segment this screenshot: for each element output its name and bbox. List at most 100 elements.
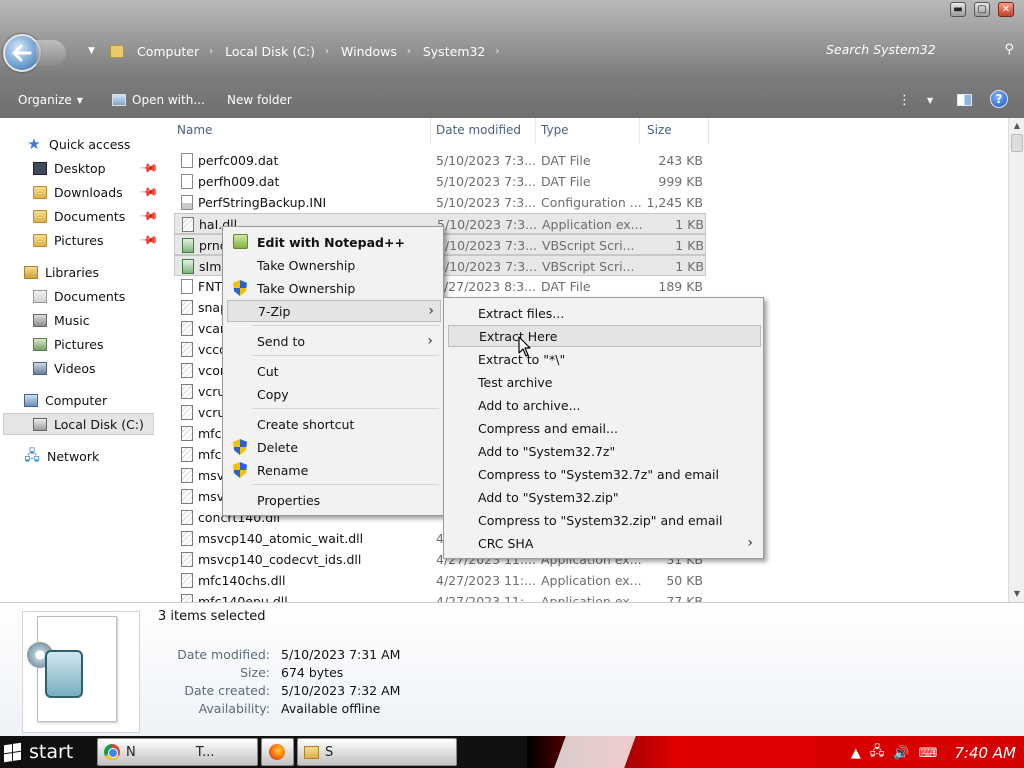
- breadcrumb[interactable]: Computer › Local Disk (C:) › Windows › S…: [106, 40, 511, 62]
- dll-file-icon: [181, 363, 193, 378]
- file-size: 1 KB: [675, 238, 704, 253]
- menu-item-delete[interactable]: Delete: [227, 436, 439, 458]
- close-button[interactable]: ✕: [998, 2, 1014, 17]
- menu-item-create-shortcut[interactable]: Create shortcut: [227, 413, 439, 435]
- start-button[interactable]: start: [4, 739, 73, 765]
- zip-add-zip[interactable]: Add to "System32.zip": [448, 486, 759, 508]
- taskbar-explorer-button[interactable]: S: [297, 738, 457, 766]
- nav-music[interactable]: Music: [33, 310, 90, 330]
- zip-extract-to[interactable]: Extract to "*\": [448, 348, 759, 370]
- videos-icon: [33, 361, 47, 375]
- file-name: PerfStringBackup.INI: [198, 195, 327, 210]
- vertical-scrollbar[interactable]: ▲ ▼: [1008, 118, 1024, 602]
- keyboard-icon[interactable]: ⌨: [919, 746, 938, 761]
- nav-network[interactable]: 🖧 Network: [24, 446, 99, 466]
- new-folder-button[interactable]: New folder: [227, 93, 292, 107]
- nav-lib-documents[interactable]: Documents: [33, 286, 125, 306]
- zip-extract-files[interactable]: Extract files...: [448, 302, 759, 324]
- menu-item-properties[interactable]: Properties: [227, 489, 439, 511]
- nav-downloads[interactable]: Downloads: [33, 182, 123, 202]
- menu-item-copy[interactable]: Copy: [227, 383, 439, 405]
- forward-button[interactable]: [36, 40, 66, 66]
- change-view-icon[interactable]: ⋮: [898, 93, 911, 108]
- column-header-date[interactable]: Date modified: [436, 123, 521, 143]
- zip-add-7z[interactable]: Add to "System32.7z": [448, 440, 759, 462]
- menu-item-edit-notepadpp[interactable]: Edit with Notepad++: [227, 231, 439, 253]
- menu-item-send-to[interactable]: Send to ›: [227, 330, 439, 352]
- nav-lib-pictures[interactable]: Pictures: [33, 334, 104, 354]
- recent-locations-dropdown[interactable]: ▼: [88, 46, 95, 56]
- file-row[interactable]: mfc140enu.dll 4/27/2023 11:... Application…: [174, 591, 706, 602]
- file-size: 1 KB: [675, 217, 704, 232]
- column-divider[interactable]: [535, 118, 536, 144]
- clock[interactable]: 7:40 AM: [954, 744, 1016, 762]
- preview-pane-icon[interactable]: [957, 94, 972, 106]
- breadcrumb-separator[interactable]: ›: [325, 46, 329, 57]
- zip-compress-zip-email[interactable]: Compress to "System32.zip" and email: [448, 509, 759, 531]
- breadcrumb-local-disk[interactable]: Local Disk (C:): [225, 44, 315, 59]
- taskbar: start N T... S ▲ 🖧 🔊 ⌨ 7:40 AM: [0, 736, 1024, 768]
- menu-item-cut[interactable]: Cut: [227, 360, 439, 382]
- dll-file-icon: [181, 552, 193, 567]
- zip-compress-email[interactable]: Compress and email...: [448, 417, 759, 439]
- system-tray: ▲ 🖧 🔊 ⌨ 7:40 AM: [851, 742, 1016, 764]
- nav-videos[interactable]: Videos: [33, 358, 96, 378]
- zip-compress-7z-email[interactable]: Compress to "System32.7z" and email: [448, 463, 759, 485]
- column-header-size[interactable]: Size: [647, 123, 672, 143]
- file-row[interactable]: perfh009.dat 5/10/2023 7:3... DAT File 999 …: [174, 171, 706, 192]
- nav-desktop[interactable]: Desktop: [33, 158, 106, 178]
- breadcrumb-separator[interactable]: ›: [407, 46, 411, 57]
- menu-item-take-ownership-admin[interactable]: Take Ownership: [227, 277, 439, 299]
- organize-button[interactable]: Organize ▼: [18, 93, 83, 107]
- zip-test-archive[interactable]: Test archive: [448, 371, 759, 393]
- column-divider[interactable]: [708, 118, 709, 144]
- minimize-button[interactable]: ▬: [950, 2, 966, 17]
- file-row[interactable]: perfc009.dat 5/10/2023 7:3... DAT File 243 …: [174, 150, 706, 171]
- menu-item-take-ownership[interactable]: Take Ownership: [227, 254, 439, 276]
- column-divider[interactable]: [430, 118, 431, 144]
- organize-label: Organize: [18, 93, 72, 107]
- column-header-name[interactable]: Name: [177, 123, 212, 143]
- taskbar-chrome-button[interactable]: N T...: [97, 738, 258, 766]
- show-hidden-icons-icon[interactable]: ▲: [851, 746, 861, 761]
- view-options-dropdown[interactable]: ▼: [927, 96, 933, 105]
- zip-add-to-archive[interactable]: Add to archive...: [448, 394, 759, 416]
- scroll-thumb[interactable]: [1011, 134, 1023, 152]
- nav-documents[interactable]: Documents: [33, 206, 125, 226]
- nav-libraries[interactable]: Libraries: [24, 262, 99, 282]
- maximize-button[interactable]: ▢: [974, 2, 990, 17]
- menu-item-label: CRC SHA: [478, 535, 534, 551]
- menu-item-label: Add to "System32.7z": [478, 443, 616, 459]
- menu-item-label: Rename: [257, 462, 309, 478]
- breadcrumb-windows[interactable]: Windows: [341, 44, 397, 59]
- breadcrumb-separator[interactable]: ›: [209, 46, 213, 57]
- column-divider[interactable]: [639, 118, 640, 144]
- taskbar-firefox-button[interactable]: [261, 738, 294, 766]
- zip-extract-here[interactable]: Extract Here: [448, 325, 761, 347]
- file-row[interactable]: mfc140chs.dll 4/27/2023 11:... Application…: [174, 570, 706, 591]
- search-icon[interactable]: ⚲: [1004, 42, 1014, 57]
- column-header-type[interactable]: Type: [541, 123, 569, 143]
- open-with-label: Open with...: [132, 93, 205, 107]
- volume-icon[interactable]: 🔊: [893, 746, 909, 761]
- search-input[interactable]: Search System32 ⚲: [826, 42, 1016, 62]
- nav-local-disk[interactable]: Local Disk (C:): [33, 414, 144, 434]
- new-folder-label: New folder: [227, 93, 292, 107]
- file-row[interactable]: PerfStringBackup.INI 5/10/2023 7:3... Conf…: [174, 192, 706, 213]
- menu-item-label: Cut: [257, 363, 279, 379]
- scroll-down-icon[interactable]: ▼: [1009, 586, 1024, 602]
- menu-item-rename[interactable]: Rename: [227, 459, 439, 481]
- nav-pictures[interactable]: Pictures: [33, 230, 104, 250]
- breadcrumb-system32[interactable]: System32: [423, 44, 486, 59]
- breadcrumb-separator[interactable]: ›: [495, 46, 499, 57]
- zip-crc-sha[interactable]: CRC SHA ›: [448, 532, 759, 554]
- network-tray-icon[interactable]: 🖧: [870, 742, 885, 764]
- menu-item-7zip[interactable]: 7-Zip ›: [227, 300, 441, 322]
- breadcrumb-computer[interactable]: Computer: [137, 44, 199, 59]
- open-with-button[interactable]: Open with...: [112, 93, 205, 107]
- nav-computer[interactable]: Computer: [24, 390, 107, 410]
- nav-quick-access[interactable]: ★ Quick access: [26, 134, 130, 154]
- scroll-up-icon[interactable]: ▲: [1009, 118, 1024, 134]
- help-icon[interactable]: ?: [990, 90, 1008, 108]
- size-value: 674 bytes: [281, 665, 344, 680]
